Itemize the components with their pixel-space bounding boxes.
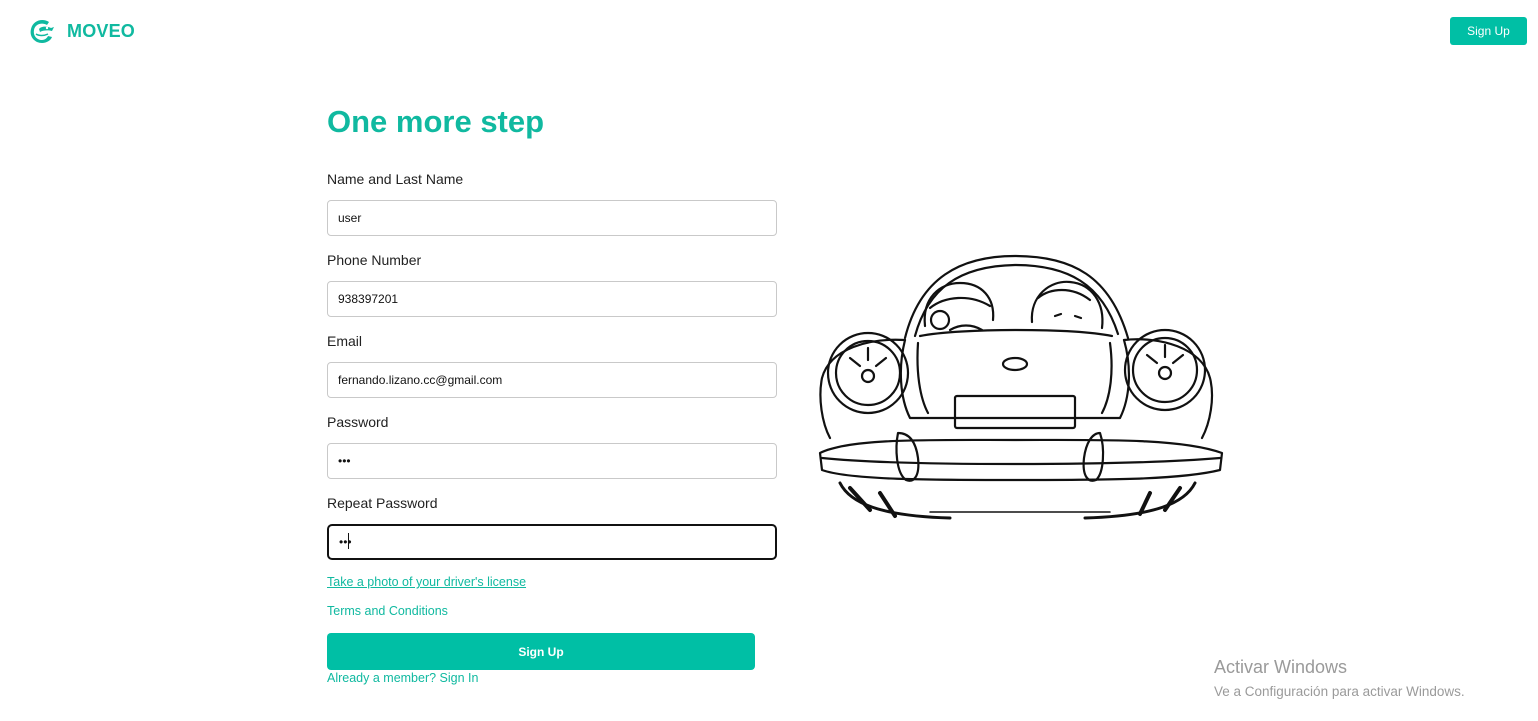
watermark-title: Activar Windows (1214, 657, 1348, 677)
driver-license-link[interactable]: Take a photo of your driver's license (327, 575, 526, 589)
email-input[interactable] (327, 362, 777, 398)
car-illustration-icon (818, 254, 1224, 520)
repeat-password-input[interactable] (327, 524, 777, 560)
phone-label: Phone Number (327, 252, 422, 268)
name-input[interactable] (327, 200, 777, 236)
email-label: Email (327, 333, 363, 349)
password-input[interactable] (327, 443, 777, 479)
brand[interactable]: MOVEO (27, 16, 135, 46)
windows-activation-watermark: Activar Windows Ve a Configuración para … (1214, 657, 1465, 699)
name-label: Name and Last Name (327, 171, 464, 187)
logo-icon (30, 20, 54, 43)
page-title: One more step (327, 104, 545, 139)
watermark-subtitle: Ve a Configuración para activar Windows. (1214, 684, 1465, 699)
repeat-password-label: Repeat Password (327, 495, 438, 511)
signin-link[interactable]: Already a member? Sign In (327, 671, 478, 685)
signup-submit-button[interactable]: Sign Up (327, 633, 755, 670)
header-signup-button[interactable]: Sign Up (1450, 17, 1527, 45)
phone-input[interactable] (327, 281, 777, 317)
password-label: Password (327, 414, 389, 430)
terms-link[interactable]: Terms and Conditions (327, 604, 448, 618)
brand-name: MOVEO (67, 20, 136, 41)
text-caret (348, 533, 349, 549)
